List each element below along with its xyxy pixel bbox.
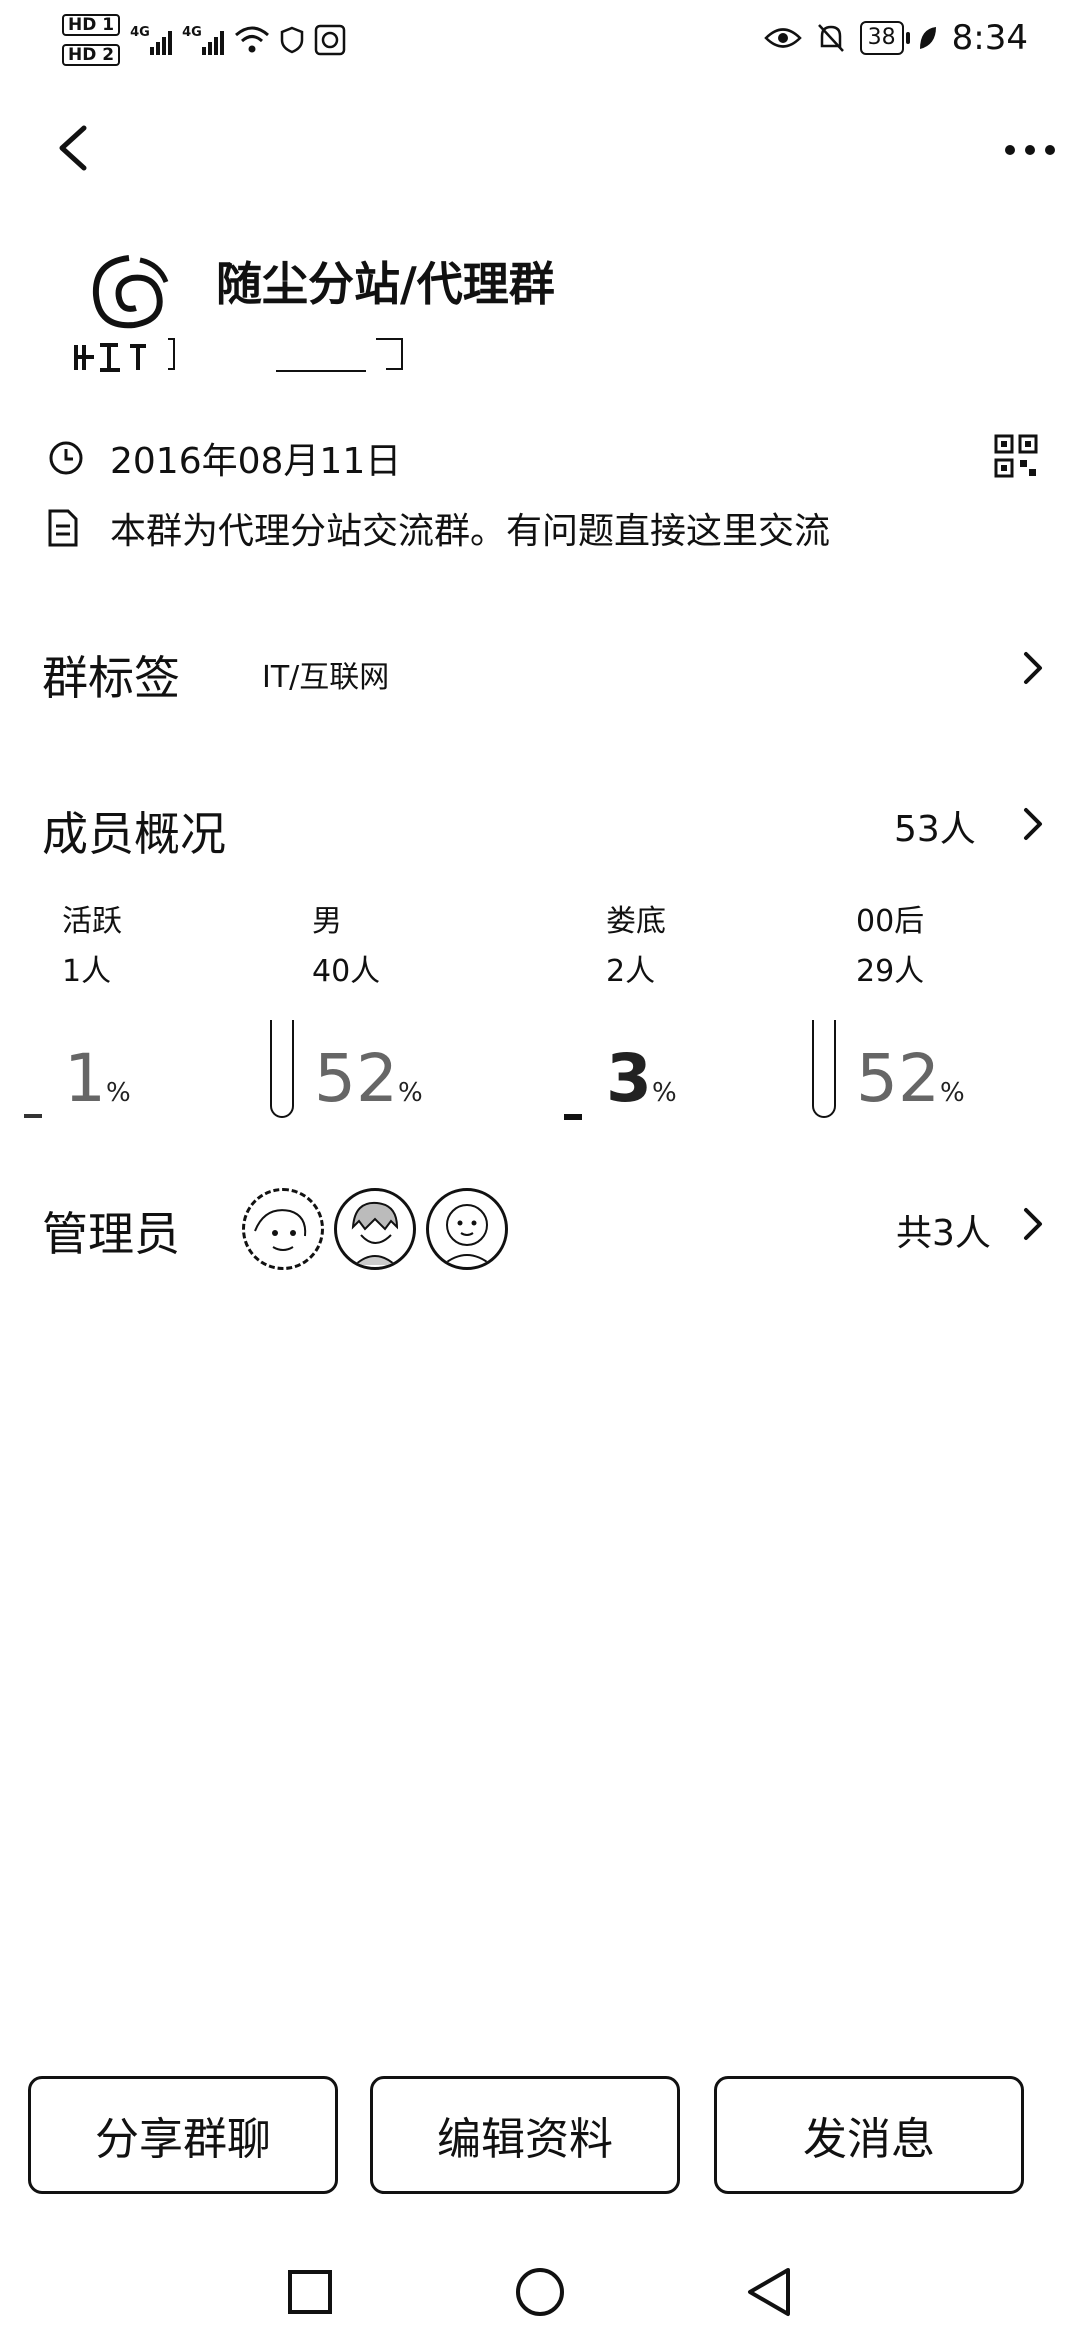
- stat-value: 40人: [312, 954, 381, 989]
- status-bar: HD 1 HD 2 4G 4G 38 8:34: [0, 0, 1080, 80]
- stat-label: 娄底: [606, 904, 666, 939]
- stat-value: 1人: [62, 954, 112, 989]
- home-icon[interactable]: [514, 2266, 566, 2318]
- send-message-button[interactable]: 发消息: [714, 2076, 1024, 2194]
- clock-icon: [49, 441, 83, 475]
- percent-sign: %: [939, 1078, 965, 1108]
- description-row: 本群为代理分站交流群。有问题直接这里交流: [46, 502, 830, 554]
- avatar-image: [254, 1209, 307, 1251]
- shield-icon: [280, 26, 304, 54]
- tags-title: 群标签: [42, 651, 180, 705]
- admin-avatar[interactable]: [334, 1188, 416, 1270]
- created-date-row: 2016年08月11日: [46, 432, 401, 484]
- wifi-icon: [235, 26, 270, 53]
- stat-label: 00后: [856, 904, 925, 939]
- percent-value: 1: [64, 1040, 106, 1117]
- network-type-1: 4G: [130, 25, 150, 40]
- group-description: 本群为代理分站交流群。有问题直接这里交流: [110, 511, 831, 552]
- chevron-right-icon[interactable]: [1018, 648, 1048, 688]
- percent-age: 52 %: [856, 1040, 965, 1117]
- percent-value: 3: [606, 1040, 652, 1117]
- admins-title: 管理员: [42, 1207, 180, 1261]
- clock-time: 8:34: [951, 18, 1028, 58]
- member-count[interactable]: 53人: [894, 800, 976, 852]
- avatar-image: [351, 1201, 399, 1266]
- gauge-tube: [812, 1020, 836, 1118]
- sim1-badge: HD 1: [62, 14, 121, 36]
- stat-age[interactable]: 00后 29人: [856, 896, 924, 990]
- percent-sign: %: [106, 1078, 131, 1108]
- app-notification-icon: [314, 24, 346, 56]
- members-title: 成员概况: [42, 807, 226, 861]
- percent-value: 52: [856, 1040, 940, 1117]
- stat-active[interactable]: 活跃 1人: [62, 896, 122, 990]
- leaf-icon: [919, 27, 936, 49]
- stat-value: 2人: [606, 954, 656, 989]
- stat-label: 活跃: [62, 904, 122, 939]
- battery-indicator: 38: [859, 21, 910, 55]
- admin-count[interactable]: 共3人: [896, 1204, 991, 1256]
- tag-value[interactable]: IT/互联网: [262, 652, 389, 696]
- avatar-image: [442, 1204, 492, 1266]
- admin-avatar[interactable]: [426, 1188, 508, 1270]
- percent-sign: %: [651, 1078, 677, 1108]
- percent-active: 1 %: [64, 1040, 131, 1117]
- eye-icon: [763, 28, 802, 48]
- redacted-group-id: [168, 338, 403, 372]
- more-button[interactable]: [1000, 130, 1060, 170]
- gauge-tube: [270, 1020, 294, 1118]
- admin-avatars[interactable]: [242, 1188, 508, 1270]
- stat-location[interactable]: 娄底 2人: [606, 896, 666, 990]
- edit-profile-button[interactable]: 编辑资料: [370, 2076, 680, 2194]
- more-icon: [1005, 145, 1055, 155]
- sim2-badge: HD 2: [62, 44, 121, 66]
- system-navigation-bar: [0, 2260, 1080, 2320]
- group-name: 随尘分站/代理群: [216, 257, 555, 311]
- stat-male[interactable]: 男 40人: [312, 896, 380, 990]
- chevron-right-icon[interactable]: [1018, 804, 1048, 844]
- back-icon: [59, 125, 87, 171]
- percent-male: 52 %: [314, 1040, 423, 1117]
- created-date: 2016年08月11日: [110, 441, 402, 482]
- recent-apps-icon[interactable]: [286, 2268, 334, 2316]
- percent-location: 3 %: [606, 1040, 677, 1117]
- qr-code-button[interactable]: [994, 434, 1038, 478]
- signal-icon: 4G: [130, 25, 173, 55]
- share-group-button[interactable]: 分享群聊: [28, 2076, 338, 2194]
- gauge-bar: [24, 1114, 42, 1118]
- back-nav-icon[interactable]: [744, 2266, 794, 2318]
- document-icon: [48, 509, 78, 547]
- network-type-2: 4G: [182, 25, 202, 40]
- percent-value: 52: [314, 1040, 398, 1117]
- signal-icon: 4G: [182, 25, 225, 55]
- stat-value: 29人: [856, 954, 925, 989]
- percent-sign: %: [397, 1078, 423, 1108]
- gauge-bar: [564, 1114, 582, 1120]
- stat-label: 男: [312, 904, 342, 939]
- admin-avatar[interactable]: [242, 1188, 324, 1270]
- mute-bell-icon: [817, 24, 844, 52]
- status-right: 38 8:34: [763, 18, 1028, 58]
- qr-code-icon: [994, 434, 1038, 478]
- chevron-right-icon[interactable]: [1018, 1204, 1048, 1244]
- back-button[interactable]: [54, 118, 94, 178]
- status-left: HD 1 HD 2 4G 4G: [62, 14, 346, 66]
